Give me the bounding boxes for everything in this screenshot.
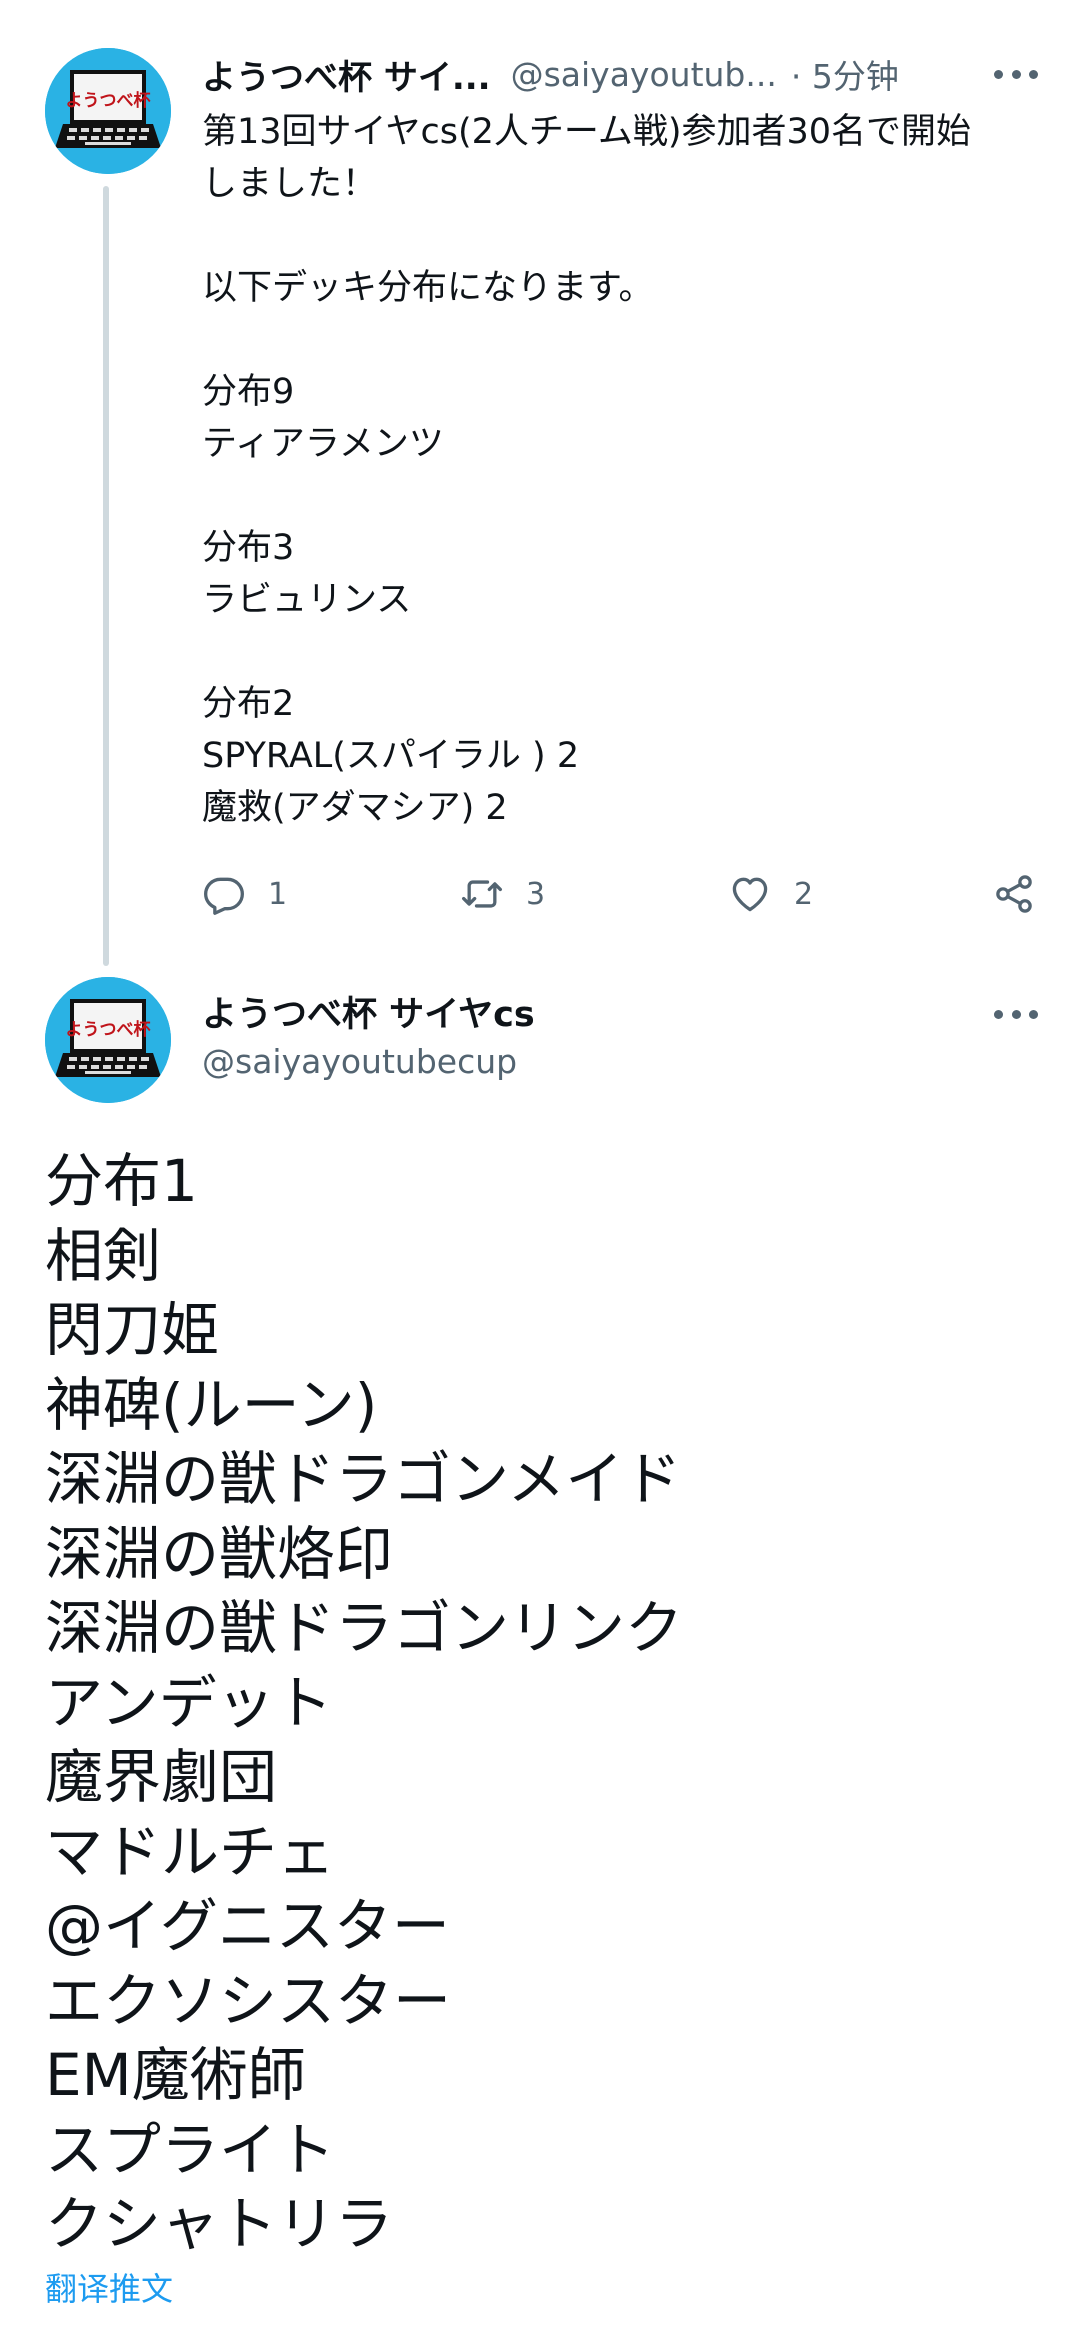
tweet-text-line: アンデット bbox=[45, 1668, 333, 1737]
tweet-text-line: 深淵の獣烙印 bbox=[45, 1519, 394, 1588]
tweet-text-line bbox=[202, 626, 1052, 678]
retweet-button[interactable]: 3 bbox=[460, 868, 545, 920]
share-button[interactable] bbox=[992, 868, 1036, 920]
tweet-text-line: ラビュリンス bbox=[202, 580, 412, 620]
like-count: 2 bbox=[794, 876, 814, 912]
share-icon bbox=[996, 875, 1032, 913]
reply-count: 1 bbox=[268, 876, 288, 912]
tweet-text-line: クシャトリラ bbox=[45, 2190, 394, 2258]
tweet-actions: 1 3 2 bbox=[202, 868, 1042, 920]
tweet-text-line: しました！ bbox=[202, 164, 378, 204]
tweet-text-line: 神碑(ルーン) bbox=[45, 1370, 378, 1439]
heart-icon bbox=[732, 877, 768, 912]
laptop-avatar-icon: ようつべ杯 bbox=[45, 977, 171, 1103]
tweet-timestamp[interactable]: · 5分钟 bbox=[791, 50, 899, 98]
tweet-text-line: スプライト bbox=[45, 2115, 336, 2184]
like-button[interactable]: 2 bbox=[728, 868, 813, 920]
tweet-text-line: 深淵の獣ドラゴンリンク bbox=[45, 1594, 684, 1662]
reply-icon bbox=[204, 877, 244, 915]
tweet-text-line bbox=[202, 470, 1052, 522]
tweet-text: 第13回サイヤcs(2人チーム戦)参加者30名で開始 しました！ 以下デッキ分布… bbox=[202, 106, 1052, 834]
tweet-text: 分布1 相剣 閃刀姫 神碑(ルーン) 深淵の獣ドラゴンメイド 深淵の獣烙印 深淵… bbox=[45, 1144, 1045, 2262]
tweet-text-line: 閃刀姫 bbox=[45, 1296, 220, 1364]
tweet-text-line: 分布2 bbox=[202, 684, 295, 724]
author-handle[interactable]: @saiyayoutubecup bbox=[202, 1042, 517, 1081]
author-name[interactable]: ようつべ杯 サイ... bbox=[202, 50, 491, 99]
more-icon[interactable] bbox=[994, 1004, 1038, 1024]
mention-link[interactable]: @イグニスター bbox=[45, 1889, 1045, 1964]
tweet-text-line: エクソシスター bbox=[45, 1966, 452, 2035]
tweet-text-line: 魔救(アダマシア) 2 bbox=[202, 788, 508, 828]
tweet-thread: ようつべ杯 ようつべ杯 サイ... @saiyayoutub... · 5分钟 … bbox=[0, 0, 1080, 2336]
tweet-text-line: マドルチェ bbox=[45, 1817, 336, 1886]
tweet-text-line: 相剣 bbox=[45, 1221, 162, 1290]
avatar-logo-text: ようつべ杯 bbox=[66, 1019, 151, 1040]
retweet-icon bbox=[462, 880, 502, 908]
tweet-text-line: SPYRAL(スパイラル ) 2 bbox=[202, 736, 580, 776]
tweet-text-line: 以下デッキ分布になります。 bbox=[202, 268, 654, 308]
tweet-text-line: 分布3 bbox=[202, 528, 295, 568]
tweet-text-line: EM魔術師 bbox=[45, 2041, 306, 2109]
reply-button[interactable]: 1 bbox=[202, 868, 287, 920]
avatar[interactable]: ようつべ杯 bbox=[45, 48, 171, 174]
avatar-logo-text: ようつべ杯 bbox=[66, 90, 151, 111]
tweet-header: ようつべ杯 サイ... @saiyayoutub... · 5分钟 bbox=[202, 48, 1042, 100]
author-handle[interactable]: @saiyayoutub... bbox=[511, 55, 777, 94]
tweet-text-line: 分布1 bbox=[45, 1147, 198, 1215]
tweet-text-line: ティアラメンツ bbox=[202, 424, 444, 464]
thread-connector-line bbox=[103, 186, 109, 966]
retweet-count: 3 bbox=[526, 876, 546, 912]
tweet-text-line bbox=[202, 210, 1052, 262]
more-icon[interactable] bbox=[994, 64, 1038, 84]
translate-tweet-link[interactable]: 翻译推文 bbox=[45, 2264, 173, 2310]
tweet-text-line: 深淵の獣ドラゴンメイド bbox=[45, 1445, 682, 1513]
avatar[interactable]: ようつべ杯 bbox=[45, 977, 171, 1103]
tweet-text-line: 第13回サイヤcs(2人チーム戦)参加者30名で開始 bbox=[202, 112, 972, 152]
author-name[interactable]: ようつべ杯 サイヤcs bbox=[202, 986, 535, 1037]
tweet-text-line bbox=[202, 314, 1052, 366]
tweet-text-line: 魔界劇団 bbox=[45, 1743, 278, 1811]
laptop-avatar-icon: ようつべ杯 bbox=[45, 48, 171, 174]
tweet-text-line: 分布9 bbox=[202, 372, 295, 412]
